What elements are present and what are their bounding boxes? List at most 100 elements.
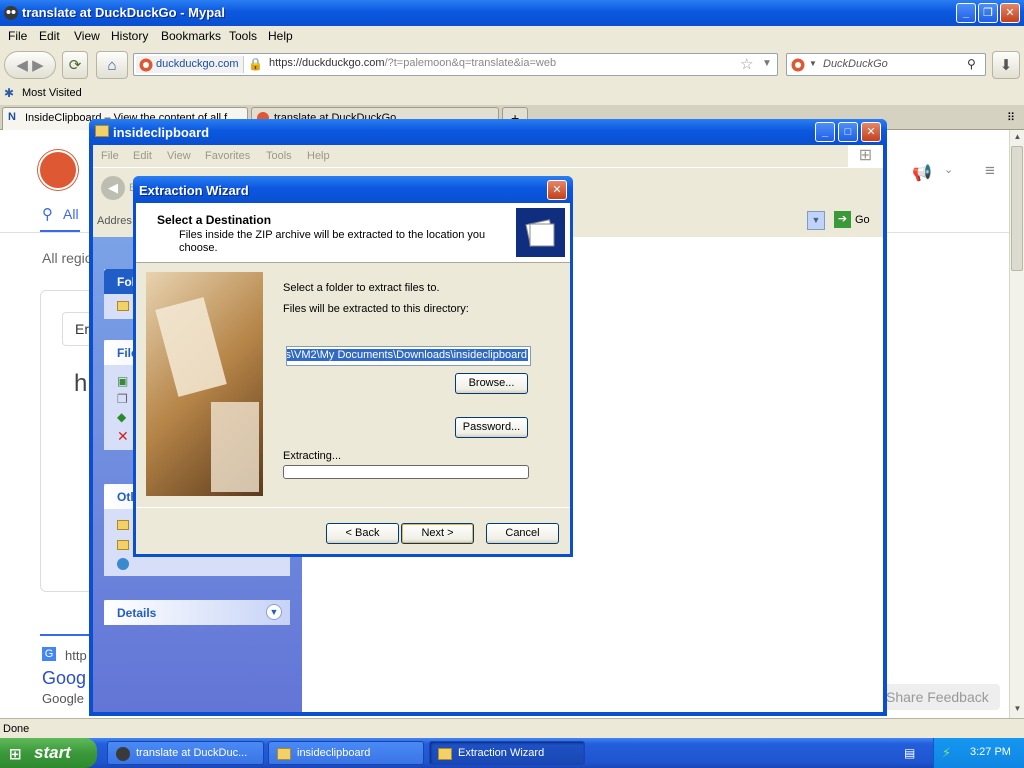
tab-list-icon[interactable]: ⠿ (1007, 111, 1015, 124)
delete-icon[interactable]: ✕ (117, 428, 129, 445)
extract-icon[interactable]: ▣ (117, 374, 128, 388)
zip-folder-icon (516, 208, 565, 257)
menu-edit[interactable]: Edit (133, 150, 152, 162)
details-header[interactable]: Details ▼ (104, 600, 290, 625)
browser-title: translate at DuckDuckGo - Mypal (22, 5, 225, 20)
move-icon[interactable]: ◆ (117, 410, 126, 424)
menu-file[interactable]: File (101, 150, 119, 162)
url-text[interactable]: https://duckduckgo.com/?t=palemoon&q=tra… (269, 57, 556, 69)
share-feedback-button[interactable]: Share Feedback (878, 684, 1000, 710)
folder-icon (95, 125, 109, 137)
status-text: Done (3, 723, 30, 735)
bookmarks-toolbar: ✱ Most Visited (0, 83, 1024, 105)
mypal-icon (116, 747, 130, 761)
close-button[interactable]: ✕ (547, 180, 567, 200)
url-dropdown-icon[interactable]: ▼ (762, 58, 772, 69)
bookmark-folder-icon: ✱ (4, 86, 15, 100)
explorer-titlebar: insideclipboard _ □ ✕ (89, 119, 887, 145)
scroll-thumb[interactable] (1011, 146, 1023, 271)
menu-bookmarks[interactable]: Bookmarks (161, 29, 221, 43)
downloads-icon[interactable]: ⬇ (992, 51, 1020, 79)
network-icon[interactable] (117, 558, 129, 570)
search-icon: ⚲ (42, 206, 53, 223)
maximize-button[interactable]: □ (838, 122, 858, 142)
minimize-button[interactable]: _ (956, 3, 976, 23)
menu-file[interactable]: File (8, 29, 27, 43)
mypal-icon (4, 6, 18, 20)
menu-help[interactable]: Help (307, 150, 330, 162)
destination-input[interactable]: s\VM2\My Documents\Downloads\insideclipb… (286, 346, 531, 366)
url-host: https://duckduckgo.com (269, 57, 385, 69)
bookmark-star-icon[interactable]: ☆ (740, 55, 753, 73)
explorer-title: insideclipboard (113, 125, 210, 140)
megaphone-icon[interactable]: 📢 (912, 163, 932, 183)
search-engine-icon[interactable] (791, 58, 805, 72)
duckduckgo-logo[interactable] (38, 150, 78, 190)
browser-menubar: File Edit View History Bookmarks Tools H… (0, 26, 1024, 47)
address-dropdown-icon[interactable]: ▼ (807, 211, 825, 230)
task-insideclipboard[interactable]: insideclipboard (268, 741, 424, 765)
browse-button[interactable]: Browse... (455, 373, 528, 394)
nirsoft-icon: N (8, 111, 16, 123)
bookmark-most-visited[interactable]: Most Visited (22, 87, 82, 99)
tab-all[interactable]: All (63, 206, 79, 222)
restore-button[interactable]: ❐ (978, 3, 998, 23)
menu-tools[interactable]: Tools (229, 29, 257, 43)
result-title[interactable]: Goog (42, 668, 86, 689)
search-bar[interactable]: ▼ DuckDuckGo ⚲ (786, 53, 986, 76)
keyboard-icon[interactable]: ▤ (904, 746, 915, 760)
scroll-up-arrow[interactable]: ▲ (1012, 132, 1023, 144)
password-button[interactable]: Password... (455, 417, 528, 438)
menu-tools[interactable]: Tools (266, 150, 292, 162)
region-filter[interactable]: All regio (42, 250, 93, 266)
minimize-button[interactable]: _ (815, 122, 835, 142)
scroll-down-arrow[interactable]: ▼ (1012, 704, 1023, 716)
menu-view[interactable]: View (74, 29, 100, 43)
go-arrow-icon[interactable]: ➔ (834, 211, 851, 228)
extraction-wizard-dialog: Extraction Wizard ✕ Select a Destination… (133, 176, 573, 557)
folder-icon[interactable] (117, 520, 129, 530)
details-label: Details (117, 606, 157, 620)
result-source: Google (42, 691, 84, 706)
explorer-menubar: File Edit View Favorites Tools Help ⊞ (93, 145, 883, 167)
menu-favorites[interactable]: Favorites (205, 150, 250, 162)
copy-icon[interactable]: ❐ (117, 392, 128, 406)
close-button[interactable]: ✕ (1000, 3, 1020, 23)
engine-dropdown-icon[interactable]: ▼ (809, 59, 817, 68)
menu-history[interactable]: History (111, 29, 148, 43)
back-forward-button[interactable]: ◀ ▶ (4, 51, 56, 79)
back-arrow-icon[interactable]: ◀ (101, 176, 125, 200)
wizard-heading: Select a Destination (157, 213, 272, 227)
reload-icon[interactable]: ⟳ (62, 51, 88, 79)
home-icon[interactable]: ⌂ (96, 51, 128, 79)
windows-flag-icon: ⊞ (9, 746, 22, 763)
task-extraction-wizard[interactable]: Extraction Wizard (429, 741, 585, 765)
system-tray: ⚡ 3:27 PM (933, 738, 1024, 768)
menu-edit[interactable]: Edit (39, 29, 60, 43)
result-url[interactable]: http (65, 648, 87, 663)
chevron-down-icon[interactable]: ⌄ (944, 163, 953, 176)
network-tray-icon[interactable]: ⚡ (942, 745, 951, 761)
menu-help[interactable]: Help (268, 29, 293, 43)
cancel-button[interactable]: Cancel (486, 523, 559, 544)
divider (40, 634, 90, 636)
select-folder-label: Select a folder to extract files to. (283, 282, 440, 294)
task-browser[interactable]: translate at DuckDuc... (107, 741, 264, 765)
close-button[interactable]: ✕ (861, 122, 881, 142)
start-button[interactable]: ⊞ start (0, 738, 97, 768)
search-icon[interactable]: ⚲ (967, 57, 976, 71)
back-button[interactable]: < Back (326, 523, 399, 544)
go-button[interactable]: Go (855, 214, 870, 226)
chevron-down-icon[interactable]: ▼ (266, 604, 282, 620)
page-scrollbar[interactable]: ▲ ▼ (1009, 130, 1024, 718)
google-favicon: G (42, 647, 56, 661)
next-button[interactable]: Next > (401, 523, 474, 544)
hamburger-menu-icon[interactable]: ≡ (985, 161, 995, 181)
menu-view[interactable]: View (167, 150, 191, 162)
extraction-progress-bar (283, 465, 529, 479)
url-bar[interactable]: duckduckgo.com 🔒 https://duckduckgo.com/… (133, 53, 778, 76)
windows-logo-icon: ⊞ (848, 145, 883, 167)
dialog-titlebar: Extraction Wizard ✕ (133, 176, 573, 203)
folder-icon[interactable] (117, 540, 129, 550)
clock[interactable]: 3:27 PM (970, 746, 1011, 758)
